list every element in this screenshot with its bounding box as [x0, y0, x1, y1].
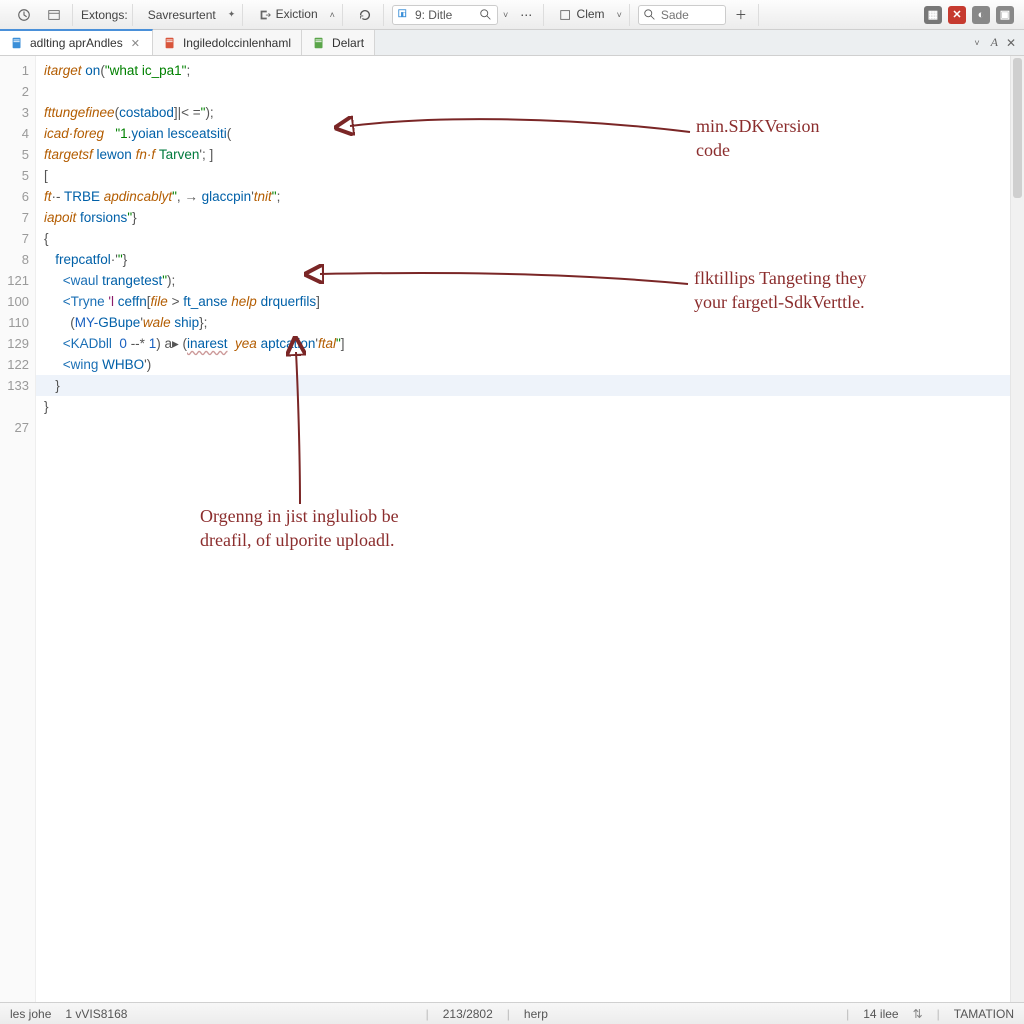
code-line[interactable]: itarget on("what ic_pa1";: [44, 60, 1024, 81]
add-button[interactable]: ＋: [728, 3, 754, 26]
box-icon-button[interactable]: [40, 4, 68, 25]
nav-button[interactable]: Savresurtent: [141, 5, 223, 25]
code-line[interactable]: [44, 81, 1024, 102]
dots-button[interactable]: ⋯: [513, 5, 539, 25]
code-editor[interactable]: itarget on("what ic_pa1"; fttungefinee(co…: [36, 56, 1024, 1002]
status-help[interactable]: herp: [524, 1007, 548, 1021]
tab-close-all-icon[interactable]: ✕: [1006, 36, 1016, 50]
tab-label: adlting aprAndles: [30, 36, 123, 50]
code-line[interactable]: }: [44, 396, 1024, 417]
line-number: 2: [0, 81, 35, 102]
exit-button[interactable]: Exiction: [251, 4, 324, 25]
chevron-down-icon-2[interactable]: ˅: [614, 10, 625, 20]
line-number: 7: [0, 207, 35, 228]
editor-tab-0[interactable]: adlting aprAndles ✕: [0, 29, 153, 55]
search-icon-2: [643, 8, 657, 22]
line-number: 8: [0, 249, 35, 270]
svg-text:◧: ◧: [400, 10, 406, 17]
tab-label: Ingiledolccinlenhaml: [183, 36, 291, 50]
line-number: 133: [0, 375, 35, 396]
line-gutter: 123455677812110011012912213327: [0, 56, 36, 1002]
code-line[interactable]: frepcatfol·'"}: [44, 249, 1024, 270]
status-bar: les johe 1 vVIS8168 | 213/2802 | herp | …: [0, 1002, 1024, 1024]
line-number: 110: [0, 312, 35, 333]
code-line[interactable]: fttungefinee(costabod]|< =");: [44, 102, 1024, 123]
clem-icon: [559, 8, 573, 22]
code-line[interactable]: {: [44, 228, 1024, 249]
star-icon: ✦: [225, 9, 239, 20]
code-line[interactable]: <wing WHBO'): [44, 354, 1024, 375]
line-number: 4: [0, 123, 35, 144]
search-field-icon: ◧: [397, 8, 411, 22]
toolbar-search-2[interactable]: [638, 5, 726, 25]
refresh-icon: [358, 8, 372, 22]
tab-label: Delart: [332, 36, 364, 50]
app-icon-2[interactable]: ✕: [948, 6, 966, 24]
file-icon: [312, 36, 326, 50]
tab-bar: adlting aprAndles ✕ Ingiledolccinlenhaml De…: [0, 30, 1024, 56]
tab-overflow-chevron[interactable]: ˅: [971, 38, 982, 48]
chevron-up-icon[interactable]: ˄: [327, 10, 338, 20]
close-icon[interactable]: ✕: [129, 37, 142, 50]
exit-label: Exiction: [276, 7, 318, 21]
line-number: 121: [0, 270, 35, 291]
refresh-button[interactable]: [351, 4, 379, 25]
code-line[interactable]: ft·- TRBE apdincablyt", → glaccpin'tnit"…: [44, 186, 1024, 207]
search-input-2[interactable]: [661, 8, 721, 22]
line-number: 1: [0, 60, 35, 81]
clem-button[interactable]: Clem: [552, 4, 611, 25]
code-line[interactable]: [: [44, 165, 1024, 186]
code-line[interactable]: ftargetsf lewon fn·f Tarven'; ]: [44, 144, 1024, 165]
search-input-1[interactable]: [415, 8, 475, 22]
line-number: 100: [0, 291, 35, 312]
editor-tab-1[interactable]: Ingiledolccinlenhaml: [153, 30, 302, 55]
file-icon: [10, 36, 24, 50]
code-line[interactable]: icad·foreg "1.yoian lesceatsiti(: [44, 123, 1024, 144]
app-icon-3[interactable]: ◐: [972, 6, 990, 24]
line-number: 27: [0, 417, 35, 438]
code-line[interactable]: (MY-GBupe'wale ship};: [44, 312, 1024, 333]
status-position[interactable]: 213/2802: [443, 1007, 493, 1021]
extensions-label: Extongs:: [81, 8, 128, 22]
line-number: 3: [0, 102, 35, 123]
box-icon: [47, 8, 61, 22]
code-line[interactable]: }: [44, 375, 1024, 396]
tab-tool-a-icon[interactable]: A: [991, 35, 998, 50]
history-icon: [17, 8, 31, 22]
main-toolbar: Extongs: Savresurtent ✦ Exiction ˄ ◧ ˅ ⋯…: [0, 0, 1024, 30]
history-back-button[interactable]: [10, 4, 38, 25]
status-right-1: 14 ilee: [863, 1007, 898, 1021]
app-icon-4[interactable]: ▣: [996, 6, 1014, 24]
status-left-1: les johe: [10, 1007, 51, 1021]
exit-icon: [258, 8, 272, 22]
editor-tab-2[interactable]: Delart: [302, 30, 375, 55]
line-number: 122: [0, 354, 35, 375]
line-number: 7: [0, 228, 35, 249]
status-left-2: 1 vVIS8168: [65, 1007, 127, 1021]
line-number: 6: [0, 186, 35, 207]
status-right-2: TAMATION: [954, 1007, 1014, 1021]
search-icon[interactable]: [479, 8, 493, 22]
code-line[interactable]: iapoit forsions"}: [44, 207, 1024, 228]
clem-label: Clem: [577, 7, 605, 21]
app-icon-1[interactable]: ▦: [924, 6, 942, 24]
editor-area: 123455677812110011012912213327 itarget o…: [0, 56, 1024, 1002]
line-number: [0, 396, 35, 417]
status-sync-icon[interactable]: ⇅: [913, 1007, 923, 1021]
code-line[interactable]: <Tryne 'l ceffn[file > ft_anse help drqu…: [44, 291, 1024, 312]
line-number: 129: [0, 333, 35, 354]
code-line[interactable]: [44, 417, 1024, 438]
line-number: 5: [0, 144, 35, 165]
line-number: 5: [0, 165, 35, 186]
code-line[interactable]: <KADbll 0 --* 1) a▸ (inarest yea aptcati…: [44, 333, 1024, 354]
toolbar-search-1[interactable]: ◧: [392, 5, 498, 25]
file-icon: [163, 36, 177, 50]
chevron-down-icon[interactable]: ˅: [500, 10, 511, 20]
code-line[interactable]: <waul trangetest");: [44, 270, 1024, 291]
